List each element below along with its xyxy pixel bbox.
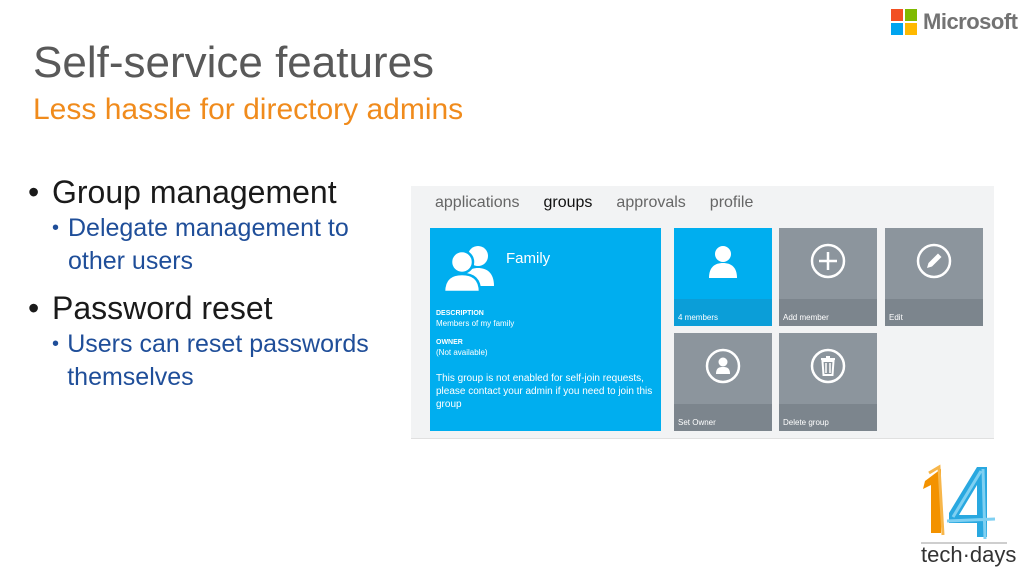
set-owner-label: Set Owner — [674, 404, 772, 431]
description-label: DESCRIPTION — [436, 310, 484, 317]
bullet-group-management: • Group management — [28, 174, 337, 210]
bullet-password-reset: • Password reset — [28, 290, 273, 326]
owner-label: OWNER — [436, 339, 463, 346]
plus-circle-icon — [810, 243, 846, 279]
slide-title: Self-service features — [33, 38, 435, 87]
description-value: Members of my family — [436, 319, 515, 328]
sub-bullet-reset-self: • Users can reset passwords themselves — [52, 330, 369, 391]
set-owner-tile[interactable]: Set Owner — [674, 333, 772, 431]
delete-group-tile[interactable]: Delete group — [779, 333, 877, 431]
tab-profile[interactable]: profile — [710, 194, 754, 212]
tab-approvals[interactable]: approvals — [616, 194, 685, 212]
group-people-icon — [442, 246, 494, 292]
tab-applications[interactable]: applications — [435, 194, 520, 212]
person-icon — [709, 246, 737, 278]
sub-bullet-delegate: • Delegate management to other users — [52, 214, 349, 275]
owner-circle-icon — [705, 348, 741, 384]
owner-value: (Not available) — [436, 348, 488, 357]
techdays-wordmark: tech·days — [921, 542, 1017, 567]
group-name: Family — [506, 250, 551, 267]
microsoft-grid-icon — [891, 9, 917, 35]
app-screenshot: applications groups approvals profile Fa… — [411, 186, 994, 439]
delete-group-label: Delete group — [779, 404, 877, 431]
app-tabs: applications groups approvals profile — [435, 194, 753, 212]
add-member-tile[interactable]: Add member — [779, 228, 877, 326]
slide-subtitle: Less hassle for directory admins — [33, 93, 464, 126]
edit-tile[interactable]: Edit — [885, 228, 983, 326]
self-join-message: This group is not enabled for self-join … — [436, 373, 653, 410]
trash-circle-icon — [810, 348, 846, 384]
members-count: 4 members — [674, 299, 772, 326]
pencil-circle-icon — [916, 243, 952, 279]
microsoft-logo: Microsoft — [891, 9, 1018, 35]
group-tile-family[interactable]: Family DESCRIPTION Members of my family … — [430, 228, 661, 431]
add-member-label: Add member — [779, 299, 877, 326]
microsoft-wordmark: Microsoft — [923, 9, 1018, 34]
edit-label: Edit — [885, 299, 983, 326]
members-tile[interactable]: 4 members — [674, 228, 772, 326]
bullet-list: • Group management • Delegate management t… — [28, 172, 398, 394]
tab-groups[interactable]: groups — [544, 194, 593, 212]
